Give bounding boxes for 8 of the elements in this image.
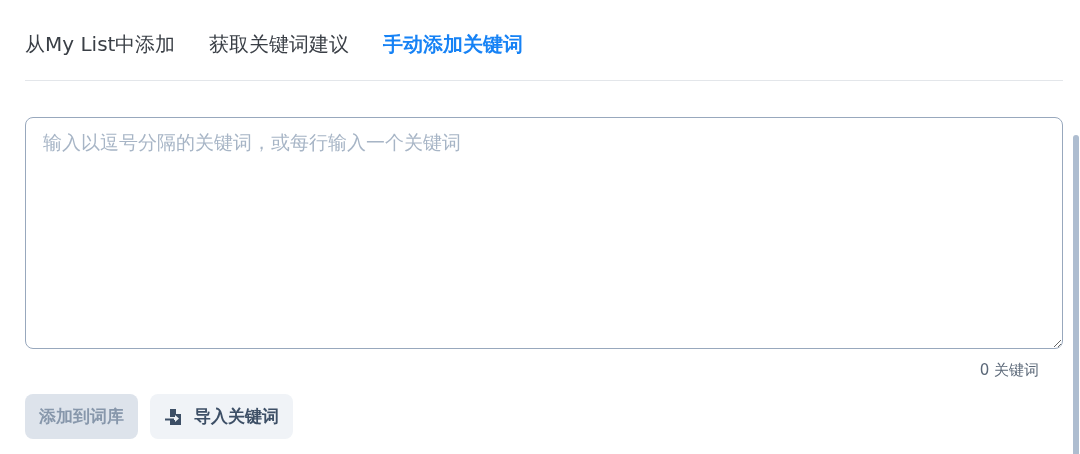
scrollbar[interactable] bbox=[1073, 135, 1079, 454]
keyword-input-field[interactable]: 输入以逗号分隔的关键词，或每行输入一个关键词 bbox=[25, 117, 1063, 349]
tab[interactable]: 从My List中添加 bbox=[25, 30, 176, 58]
file-import-icon bbox=[164, 406, 184, 427]
tab[interactable]: 手动添加关键词 bbox=[383, 30, 524, 58]
import-button[interactable]: 导入关键词 bbox=[150, 394, 293, 439]
tab[interactable]: 获取关键词建议 bbox=[209, 30, 350, 58]
keyword-count: 0 关键词 bbox=[979, 361, 1039, 380]
